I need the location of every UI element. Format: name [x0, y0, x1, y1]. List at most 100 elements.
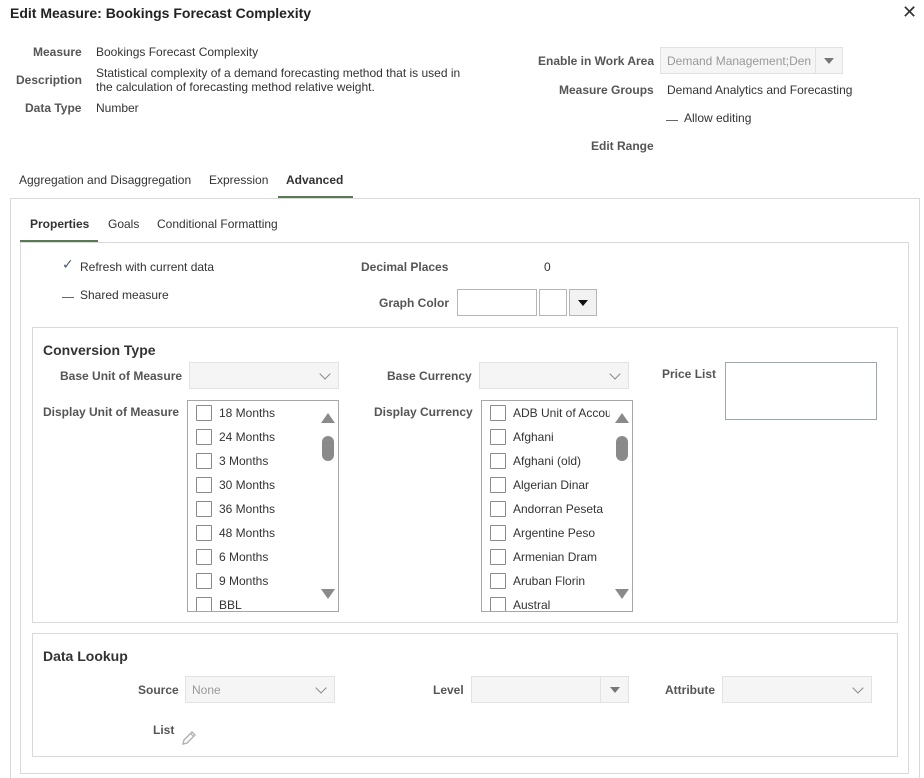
checkbox[interactable] [196, 477, 212, 493]
description-label: Description [16, 73, 83, 87]
shared-measure-unchecked[interactable] [62, 297, 74, 298]
list-label: List [153, 723, 175, 737]
source-select[interactable]: None [185, 676, 335, 703]
display-uom-list: 18 Months 24 Months 3 Months 30 Months 3… [196, 405, 316, 611]
enable-work-area-dropdown-button[interactable] [815, 47, 843, 74]
base-uom-select[interactable] [189, 362, 339, 389]
list-item-label: 9 Months [219, 574, 269, 588]
list-item[interactable]: Afghani [490, 429, 610, 453]
measure-groups-label: Measure Groups [559, 83, 654, 97]
measure-label: Measure [33, 45, 82, 59]
checkbox[interactable] [490, 525, 506, 541]
price-list-label: Price List [662, 367, 717, 381]
tab-conditional-formatting[interactable]: Conditional Formatting [157, 217, 278, 231]
checkbox[interactable] [196, 453, 212, 469]
graph-color-dropdown-button[interactable] [569, 289, 597, 316]
tab-expression[interactable]: Expression [209, 173, 268, 187]
display-currency-list: ADB Unit of Accou Afghani Afghani (old) … [490, 405, 610, 611]
list-item-label: 24 Months [219, 430, 276, 444]
level-label: Level [433, 683, 464, 697]
checkbox[interactable] [490, 573, 506, 589]
allow-editing-label: Allow editing [684, 111, 752, 125]
checkbox[interactable] [196, 525, 212, 541]
checkbox[interactable] [490, 501, 506, 517]
base-currency-label: Base Currency [387, 369, 472, 383]
list-item[interactable]: Argentine Peso [490, 525, 610, 549]
list-item[interactable]: 24 Months [196, 429, 316, 453]
decimal-places-value[interactable]: 0 [544, 260, 551, 274]
list-item[interactable]: 18 Months [196, 405, 316, 429]
checkbox[interactable] [196, 405, 212, 421]
list-item-label: Algerian Dinar [513, 478, 590, 492]
chevron-down-icon [319, 368, 331, 380]
checkbox[interactable] [490, 549, 506, 565]
list-item-label: 36 Months [219, 502, 276, 516]
attribute-select[interactable] [722, 676, 872, 703]
scroll-down-icon[interactable] [321, 589, 335, 599]
base-currency-select[interactable] [479, 362, 629, 389]
list-item[interactable]: Austral [490, 597, 610, 611]
checkbox[interactable] [490, 597, 506, 611]
level-select[interactable] [471, 676, 601, 703]
list-item[interactable]: 3 Months [196, 453, 316, 477]
data-type-value: Number [96, 101, 139, 115]
list-item-label: 48 Months [219, 526, 276, 540]
chevron-down-icon [315, 682, 327, 694]
checkbox[interactable] [196, 429, 212, 445]
checkbox[interactable] [196, 597, 212, 611]
checkbox[interactable] [196, 573, 212, 589]
measure-groups-value: Demand Analytics and Forecasting [667, 83, 853, 97]
checkbox[interactable] [196, 549, 212, 565]
list-item-label: Afghani (old) [513, 454, 582, 468]
pencil-icon[interactable] [180, 729, 198, 750]
enable-work-area-select[interactable]: Demand Management;Den [660, 47, 816, 74]
list-item[interactable]: 6 Months [196, 549, 316, 573]
list-item[interactable]: Afghani (old) [490, 453, 610, 477]
list-item-label: Argentine Peso [513, 526, 596, 540]
list-item[interactable]: Algerian Dinar [490, 477, 610, 501]
scroll-up-icon[interactable] [321, 413, 335, 423]
data-type-label: Data Type [25, 101, 82, 115]
checkbox[interactable] [196, 501, 212, 517]
source-value: None [192, 683, 221, 697]
tab-aggregation[interactable]: Aggregation and Disaggregation [19, 173, 191, 187]
display-uom-listbox[interactable]: 18 Months 24 Months 3 Months 30 Months 3… [187, 400, 339, 612]
checkbox[interactable] [490, 453, 506, 469]
allow-editing-unchecked[interactable] [666, 120, 678, 121]
close-icon[interactable]: ✕ [902, 2, 917, 23]
scrollbar[interactable] [318, 401, 338, 611]
scrollbar-thumb[interactable] [322, 436, 334, 461]
list-item[interactable]: 36 Months [196, 501, 316, 525]
list-item[interactable]: ADB Unit of Accou [490, 405, 610, 429]
decimal-places-label: Decimal Places [361, 260, 449, 274]
checkbox[interactable] [490, 405, 506, 421]
graph-color-label: Graph Color [379, 296, 450, 310]
tab-properties[interactable]: Properties [30, 217, 89, 231]
list-item[interactable]: Armenian Dram [490, 549, 610, 573]
level-dropdown-button[interactable] [600, 676, 629, 703]
edit-range-label: Edit Range [591, 139, 654, 153]
scroll-up-icon[interactable] [615, 413, 629, 423]
scroll-down-icon[interactable] [615, 589, 629, 599]
list-item[interactable]: Aruban Florin [490, 573, 610, 597]
price-list-input[interactable] [725, 362, 877, 420]
checkbox[interactable] [490, 477, 506, 493]
list-item[interactable]: 48 Months [196, 525, 316, 549]
list-item[interactable]: BBL [196, 597, 316, 611]
checkbox[interactable] [490, 429, 506, 445]
graph-color-swatch[interactable] [539, 289, 567, 316]
tab-advanced[interactable]: Advanced [286, 173, 343, 187]
list-item[interactable]: Andorran Peseta [490, 501, 610, 525]
chevron-down-icon [609, 368, 621, 380]
dropdown-arrow-icon [824, 58, 834, 64]
list-item[interactable]: 30 Months [196, 477, 316, 501]
tab-goals[interactable]: Goals [108, 217, 139, 231]
scrollbar[interactable] [612, 401, 632, 611]
dialog-title: Edit Measure: Bookings Forecast Complexi… [10, 5, 312, 21]
list-item[interactable]: 9 Months [196, 573, 316, 597]
checkmark-icon[interactable]: ✓ [62, 256, 74, 273]
scrollbar-thumb[interactable] [616, 436, 628, 461]
data-lookup-title: Data Lookup [43, 648, 128, 664]
display-currency-listbox[interactable]: ADB Unit of Accou Afghani Afghani (old) … [481, 400, 633, 612]
graph-color-input[interactable] [457, 289, 537, 316]
